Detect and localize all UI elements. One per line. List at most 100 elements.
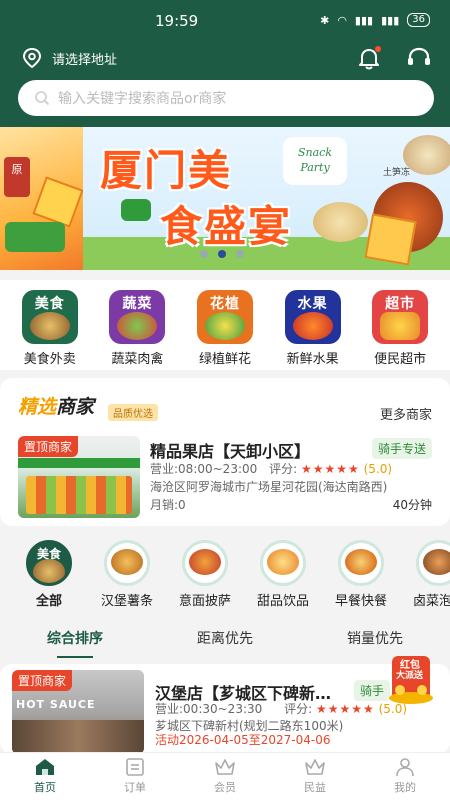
food-image [313, 202, 368, 242]
shop-image[interactable]: 置顶商家 [18, 436, 140, 518]
category-row: 美食 美食外卖 蔬菜 蔬菜肉禽 花植 绿植鲜花 水果 新鲜水果 超市 便民超市 [0, 280, 450, 370]
shop-hours-rating: 营业:08:00~23:00 评分: ★★★★★ (5.0) [150, 462, 393, 476]
badge-line2: Party [300, 161, 330, 174]
flower-category-icon: 花植 [196, 290, 253, 344]
promo-banner[interactable]: 原 厦门美 食盛宴 Snack Party 土笋冻 [0, 127, 450, 270]
tab-profile[interactable]: 我的 [375, 753, 435, 800]
subcategory-label: 早餐快餐 [334, 594, 387, 609]
subcategory-label: 意面披萨 [178, 594, 231, 609]
snack-pack-image [5, 222, 65, 252]
quality-tag: 品质优选 [108, 404, 158, 421]
sort-distance[interactable]: 距离优先 [197, 622, 253, 656]
red-packet-line2: 大派送 [396, 671, 424, 681]
pagination-dot-active[interactable] [218, 250, 226, 258]
banner-side-label: 土笋冻 [383, 168, 411, 178]
category-food[interactable]: 美食 美食外卖 [10, 290, 90, 370]
banner-left-slide: 原 [0, 127, 84, 270]
subcategory-all[interactable]: 美食 全部 [10, 540, 88, 610]
sort-comprehensive[interactable]: 综合排序 [47, 622, 103, 658]
category-fruit[interactable]: 水果 新鲜水果 [273, 290, 353, 370]
subcategory-label: 汉堡薯条 [100, 594, 153, 609]
braised-icon [416, 540, 450, 586]
food-category-icon: 美食 [21, 290, 78, 344]
order-icon [126, 758, 144, 776]
notification-dot [375, 46, 381, 52]
category-vegetables[interactable]: 蔬菜 蔬菜肉禽 [97, 290, 177, 370]
location-label: 请选择地址 [52, 52, 118, 68]
snack-party-badge: Snack Party [283, 137, 347, 185]
red-packet-button[interactable]: 红包 大派送 [386, 650, 436, 704]
category-label: 新鲜水果 [286, 352, 339, 367]
location-selector[interactable]: 请选择地址 [22, 45, 117, 71]
category-flowers[interactable]: 花植 绿植鲜花 [185, 290, 265, 370]
shop-name[interactable]: 精品果店【天卸小区】 [150, 438, 310, 462]
subcategory-breakfast[interactable]: 早餐快餐 [322, 540, 400, 610]
subcategory-dessert[interactable]: 甜品饮品 [244, 540, 322, 610]
location-pin-icon [22, 47, 42, 69]
rider-delivery-tag: 骑手专送 [371, 438, 432, 459]
subcategory-braised[interactable]: 卤菜泡爪 [400, 540, 450, 610]
shop-sign-text: HOT SAUCE [16, 698, 96, 711]
shop-activity: 活动2026-04-05至2027-04-06 [155, 733, 331, 747]
vegetable-category-icon: 蔬菜 [109, 290, 166, 344]
shop-monthly-sales: 月销:0 [150, 498, 186, 512]
tab-home[interactable]: 首页 [15, 753, 75, 800]
star-rating: ★★★★★ [300, 462, 360, 476]
shop-address: 海沧区阿罗海城市广场星河花园(海达南路西) [150, 480, 388, 494]
crown-icon [215, 759, 235, 775]
seafood-image [403, 135, 450, 175]
crown-icon [305, 759, 325, 775]
sort-bar: 综合排序 距离优先 销量优先 [0, 622, 450, 658]
delivery-time: 40分钟 [392, 498, 432, 512]
banner-title-line2: 食盛宴 [160, 202, 293, 251]
banner-pagination [200, 250, 244, 258]
more-shops-link[interactable]: 更多商家 [380, 404, 432, 423]
food-subcategory-icon: 美食 [26, 540, 72, 586]
shop-image[interactable]: 置顶商家 HOT SAUCE [12, 670, 144, 754]
snack-bag-image: 原 [4, 157, 30, 197]
tab-membership[interactable]: 会员 [195, 753, 255, 800]
customer-service-button[interactable] [405, 44, 433, 72]
tab-benefits[interactable]: 民益 [285, 753, 345, 800]
status-icons: ✱ ◠ ▮▮▮ ▮▮▮ 36 [320, 13, 430, 27]
gift-box-image-2 [364, 213, 417, 266]
status-time: 19:59 [155, 12, 199, 30]
badge-line1: Snack [297, 146, 332, 159]
subcategory-label: 卤菜泡爪 [412, 594, 450, 609]
category-label: 便民超市 [374, 352, 427, 367]
tab-orders[interactable]: 订单 [105, 753, 165, 800]
signal-icon-2: ▮▮▮ [381, 13, 400, 27]
search-bar[interactable]: 输入关键字搜索商品or商家 [18, 80, 434, 116]
home-icon [36, 759, 54, 775]
dessert-icon [260, 540, 306, 586]
supermarket-category-icon: 超市 [372, 290, 429, 344]
battery-indicator: 36 [407, 13, 430, 27]
gift-box-image [32, 176, 84, 228]
breakfast-icon [338, 540, 384, 586]
banner-title-line1: 厦门美 [100, 146, 233, 195]
notification-button[interactable] [355, 44, 383, 72]
shop-hours-rating: 营业:00:30~23:30 评分: ★★★★★ (5.0) [155, 702, 408, 716]
featured-shops-card: 精选商家 品质优选 更多商家 置顶商家 精品果店【天卸小区】 骑手专送 营业:0… [0, 378, 450, 526]
headset-icon [408, 47, 430, 65]
category-supermarket[interactable]: 超市 便民超市 [360, 290, 440, 370]
status-bar: 19:59 ✱ ◠ ▮▮▮ ▮▮▮ 36 [0, 0, 450, 40]
fruit-category-icon: 水果 [284, 290, 341, 344]
pinned-badge: 置顶商家 [12, 670, 73, 691]
category-label: 美食外卖 [23, 352, 76, 367]
pagination-dot[interactable] [236, 250, 244, 258]
category-label: 蔬菜肉禽 [111, 352, 164, 367]
rider-delivery-tag: 骑手 [353, 680, 390, 701]
category-label: 绿植鲜花 [198, 352, 251, 367]
search-placeholder: 输入关键字搜索商品or商家 [58, 91, 227, 107]
user-icon [396, 758, 414, 777]
subcategory-pizza[interactable]: 意面披萨 [166, 540, 244, 610]
featured-title: 精选商家 [18, 396, 95, 418]
subcategory-burger[interactable]: 汉堡薯条 [88, 540, 166, 610]
wifi-icon: ◠ [337, 13, 347, 27]
subcategory-label: 全部 [35, 594, 62, 609]
bluetooth-icon: ✱ [320, 13, 330, 27]
pagination-dot[interactable] [200, 250, 208, 258]
subcategory-row: 美食 全部 汉堡薯条 意面披萨 甜品饮品 早餐快餐 卤菜泡爪 [0, 540, 450, 610]
bottom-tab-bar: 首页 订单 会员 民益 我的 [0, 752, 450, 800]
